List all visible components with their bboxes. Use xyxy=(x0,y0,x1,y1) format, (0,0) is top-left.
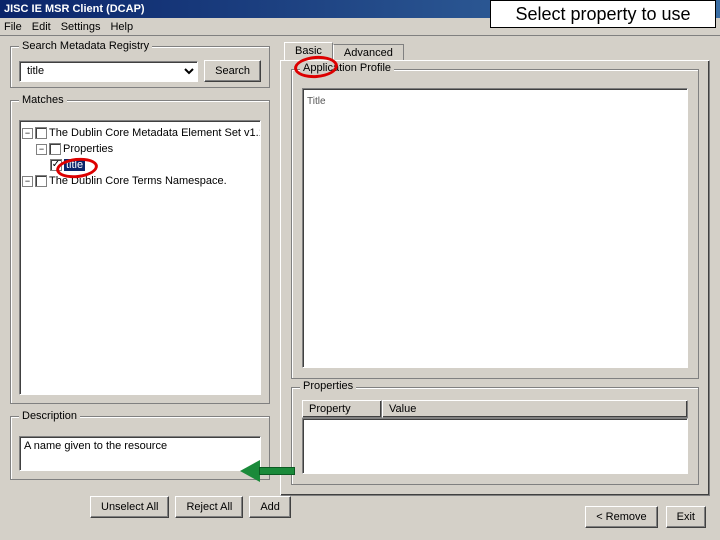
minus-icon[interactable]: − xyxy=(22,128,33,139)
add-button[interactable]: Add xyxy=(249,496,291,518)
checkbox-icon[interactable] xyxy=(35,127,47,139)
menu-file[interactable]: File xyxy=(4,18,22,35)
matches-tree[interactable]: − The Dublin Core Metadata Element Set v… xyxy=(19,120,261,395)
menu-settings[interactable]: Settings xyxy=(61,18,101,35)
remove-button[interactable]: < Remove xyxy=(585,506,657,528)
profile-tree[interactable]: Title xyxy=(302,88,688,368)
annotation-callout: Select property to use xyxy=(490,0,716,28)
exit-button[interactable]: Exit xyxy=(666,506,706,528)
tree-node-title[interactable]: title xyxy=(64,159,85,171)
col-property[interactable]: Property xyxy=(302,400,382,418)
right-panel: Application Profile Title Properties Pro… xyxy=(280,60,710,496)
menu-edit[interactable]: Edit xyxy=(32,18,51,35)
minus-icon[interactable]: − xyxy=(22,176,33,187)
unselect-all-button[interactable]: Unselect All xyxy=(90,496,169,518)
matches-group: Matches − The Dublin Core Metadata Eleme… xyxy=(10,94,270,404)
checkbox-checked-icon[interactable]: ✓ xyxy=(50,159,62,171)
tree-node-label[interactable]: The Dublin Core Metadata Element Set v1.… xyxy=(49,127,261,139)
search-registry-legend: Search Metadata Registry xyxy=(19,40,152,52)
tree-root-label[interactable]: Title xyxy=(307,96,326,107)
search-registry-group: Search Metadata Registry title Search xyxy=(10,40,270,88)
description-legend: Description xyxy=(19,410,80,422)
checkbox-icon[interactable] xyxy=(35,175,47,187)
properties-header: Property Value xyxy=(302,400,688,418)
properties-body xyxy=(302,418,688,474)
tree-node-label[interactable]: The Dublin Core Terms Namespace. xyxy=(49,175,227,187)
tab-basic[interactable]: Basic xyxy=(284,42,333,60)
search-term-combo[interactable]: title xyxy=(19,61,198,82)
checkbox-icon[interactable] xyxy=(49,143,61,155)
search-button[interactable]: Search xyxy=(204,60,261,82)
menu-help[interactable]: Help xyxy=(110,18,133,35)
tabs: Basic Advanced xyxy=(284,42,404,60)
reject-all-button[interactable]: Reject All xyxy=(175,496,243,518)
description-group: Description A name given to the resource xyxy=(10,410,270,480)
application-profile-legend: Application Profile xyxy=(300,62,394,74)
col-value[interactable]: Value xyxy=(382,400,688,418)
application-profile-group: Application Profile Title xyxy=(291,69,699,379)
properties-group: Properties Property Value xyxy=(291,387,699,485)
description-text: A name given to the resource xyxy=(19,436,261,471)
properties-legend: Properties xyxy=(300,380,356,392)
window-title: JISC IE MSR Client (DCAP) xyxy=(4,3,145,15)
matches-legend: Matches xyxy=(19,94,67,106)
tree-node-label[interactable]: Properties xyxy=(63,143,113,155)
minus-icon[interactable]: − xyxy=(36,144,47,155)
